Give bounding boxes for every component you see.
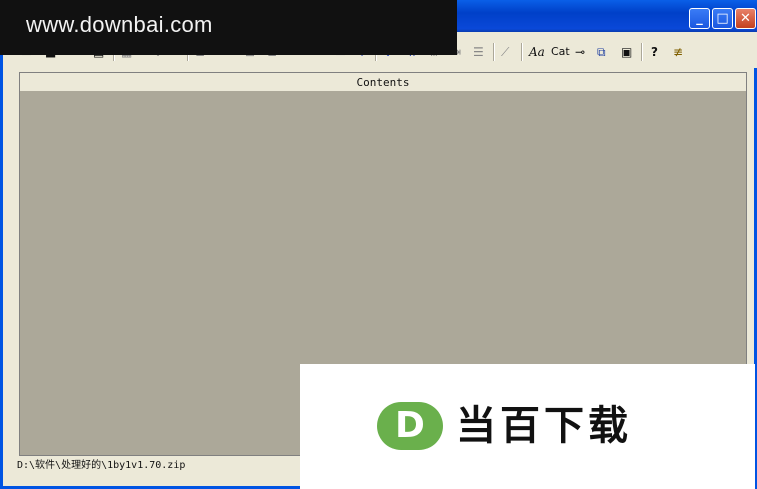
- status-path: D:\软件\处理好的\1by1v1.70.zip: [17, 460, 186, 471]
- outdent-icon[interactable]: ☰: [473, 44, 484, 60]
- minimize-button[interactable]: _: [689, 8, 710, 29]
- about-icon[interactable]: ≢: [673, 44, 683, 60]
- ad-text: 当百下载: [456, 403, 632, 449]
- minimize-icon: _: [696, 11, 703, 26]
- cat-button[interactable]: Cat: [551, 44, 570, 60]
- contents-header[interactable]: Contents: [20, 73, 746, 92]
- close-icon: ✕: [740, 11, 751, 26]
- ad-banner: D 当百下载: [300, 364, 755, 489]
- pdf-icon[interactable]: ⟋: [501, 44, 509, 60]
- screen-icon[interactable]: ▣: [621, 44, 632, 60]
- ad-logo: D: [377, 402, 443, 450]
- help-icon[interactable]: ?: [651, 44, 658, 60]
- ad-logo-letter: D: [395, 405, 425, 446]
- font-button[interactable]: Aa: [529, 44, 545, 60]
- toolbar-separator: [521, 43, 523, 61]
- windows-icon[interactable]: ⧉: [597, 44, 606, 60]
- watermark-text: www.downbai.com: [26, 12, 213, 37]
- toolbar-separator: [493, 43, 495, 61]
- pin-icon[interactable]: ⊸: [575, 44, 585, 60]
- watermark-banner: www.downbai.com: [0, 0, 457, 55]
- close-button[interactable]: ✕: [735, 8, 756, 29]
- toolbar-separator: [641, 43, 643, 61]
- maximize-button[interactable]: □: [712, 8, 733, 29]
- maximize-icon: □: [716, 11, 729, 26]
